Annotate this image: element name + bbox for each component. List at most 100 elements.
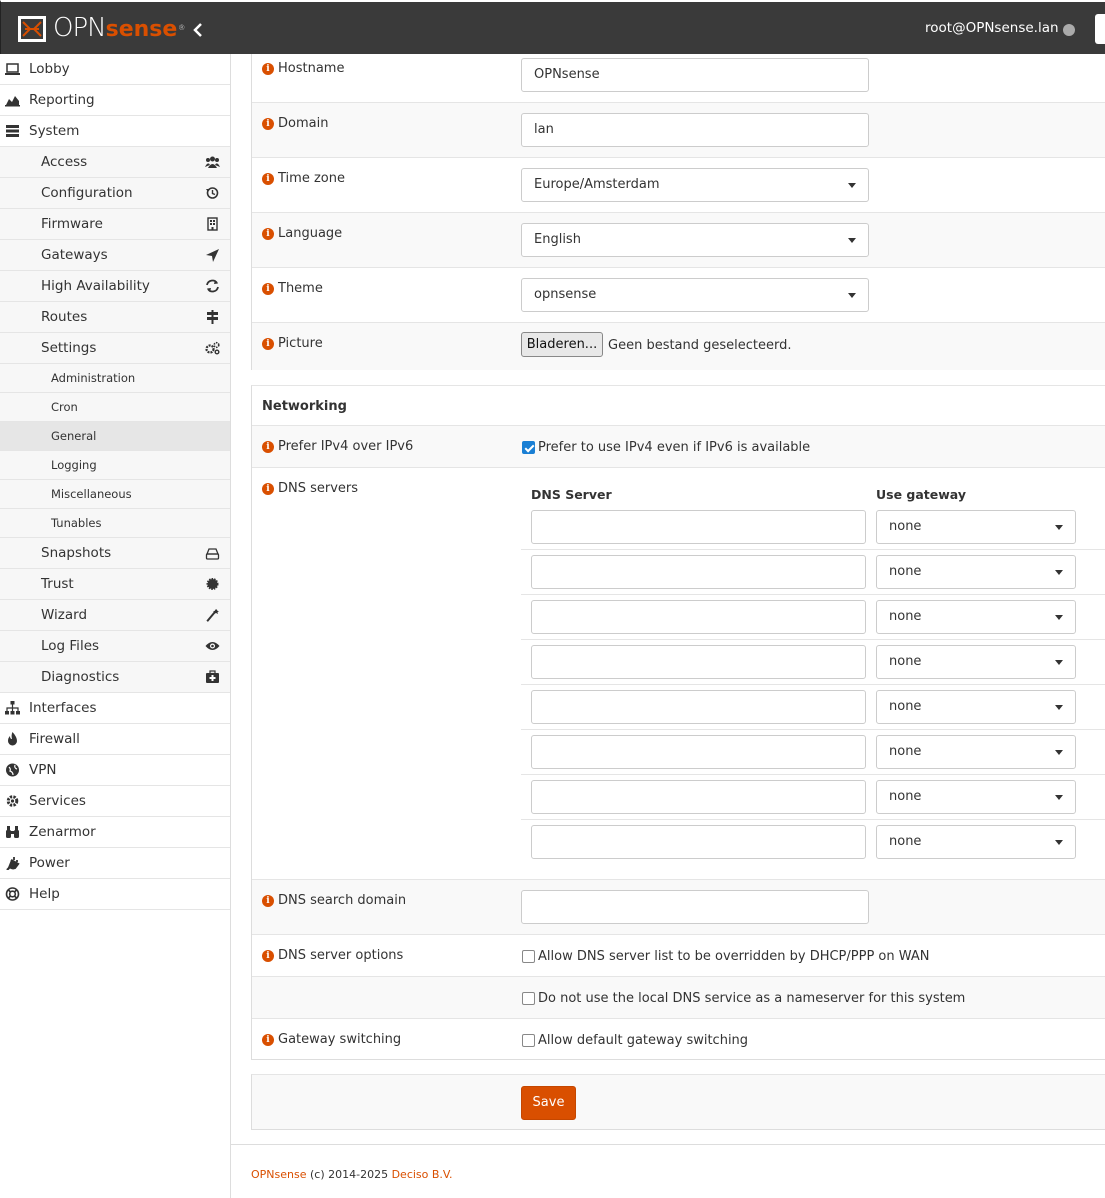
prefer-ipv4-check-label: Prefer to use IPv4 even if IPv6 is avail…: [538, 440, 811, 455]
dns-search-domain-input[interactable]: [521, 890, 869, 924]
sidebar-item-wizard[interactable]: Wizard: [0, 600, 230, 631]
info-icon[interactable]: i: [262, 949, 274, 962]
sidebar-item-services[interactable]: Services: [0, 786, 230, 817]
networking-card: Networking i Prefer IPv4 over IPv6 Prefer…: [251, 385, 1105, 1060]
sidebar-item-log-files[interactable]: Log Files: [0, 631, 230, 662]
use-gateway-select[interactable]: none: [876, 555, 1076, 589]
history-icon: [206, 187, 219, 199]
sidebar-item-gateways[interactable]: Gateways: [0, 240, 230, 271]
dns-server-input[interactable]: [531, 735, 866, 769]
timezone-select[interactable]: Europe/Amsterdam: [521, 168, 869, 202]
sidebar-item-access[interactable]: Access: [0, 147, 230, 178]
dns-server-input[interactable]: [531, 690, 866, 724]
sidebar-item-label: Configuration: [41, 185, 133, 201]
info-icon[interactable]: i: [262, 894, 274, 907]
dns-server-input[interactable]: [531, 780, 866, 814]
opnsense-logo[interactable]: OPNsense®: [17, 13, 185, 45]
theme-value: opnsense: [534, 287, 597, 302]
use-gateway-select[interactable]: none: [876, 690, 1076, 724]
sidebar-item-label: Lobby: [29, 61, 70, 77]
domain-input[interactable]: lan: [521, 113, 869, 147]
use-gateway-select[interactable]: none: [876, 645, 1076, 679]
footer-company-link[interactable]: Deciso B.V.: [392, 1168, 453, 1181]
sidebar-item-settings[interactable]: Settings: [0, 333, 230, 364]
sidebar-item-firewall[interactable]: Firewall: [0, 724, 230, 755]
sidebar-item-label: Cron: [51, 400, 78, 414]
info-icon[interactable]: i: [262, 482, 274, 495]
domain-label: Domain: [278, 116, 329, 131]
info-icon[interactable]: i: [262, 172, 274, 185]
sidebar: Lobby Reporting System Access Configuration F…: [0, 54, 231, 1198]
collapse-sidebar-icon[interactable]: [191, 22, 205, 38]
use-gateway-select[interactable]: none: [876, 510, 1076, 544]
use-gateway-select[interactable]: none: [876, 735, 1076, 769]
browse-file-button[interactable]: Bladeren...: [521, 332, 603, 357]
use-gateway-value: none: [889, 609, 922, 624]
sidebar-item-system[interactable]: System: [0, 116, 230, 147]
sidebar-item-diagnostics[interactable]: Diagnostics: [0, 662, 230, 693]
info-icon[interactable]: i: [262, 337, 274, 350]
sidebar-item-miscellaneous[interactable]: Miscellaneous: [0, 480, 230, 509]
use-gateway-select[interactable]: none: [876, 825, 1076, 859]
domain-row: i Domain lan: [252, 103, 1105, 158]
sidebar-item-reporting[interactable]: Reporting: [0, 85, 230, 116]
hostname-row: i Hostname OPNsense: [252, 54, 1105, 103]
cog-icon: [6, 795, 19, 807]
use-gateway-select[interactable]: none: [876, 780, 1076, 814]
sidebar-item-label: Administration: [51, 371, 136, 385]
use-gateway-column-header: Use gateway: [876, 487, 967, 502]
sidebar-item-zenarmor[interactable]: Zenarmor: [0, 817, 230, 848]
dns-no-local-checkbox[interactable]: [522, 992, 535, 1005]
sidebar-item-routes[interactable]: Routes: [0, 302, 230, 333]
search-box-edge[interactable]: [1095, 14, 1105, 44]
dns-override-checkbox[interactable]: [522, 950, 535, 963]
dns-server-input[interactable]: [531, 825, 866, 859]
medkit-icon: [206, 670, 219, 683]
sidebar-item-tunables[interactable]: Tunables: [0, 509, 230, 538]
sidebar-item-lobby[interactable]: Lobby: [0, 54, 230, 85]
sidebar-item-general[interactable]: General: [0, 422, 230, 451]
footer-brand-link[interactable]: OPNsense: [251, 1168, 307, 1181]
prefer-ipv4-checkbox[interactable]: [522, 441, 535, 454]
use-gateway-select[interactable]: none: [876, 600, 1076, 634]
sidebar-item-configuration[interactable]: Configuration: [0, 178, 230, 209]
sidebar-item-administration[interactable]: Administration: [0, 364, 230, 393]
plug-icon: [6, 857, 20, 870]
status-indicator-icon[interactable]: [1063, 24, 1075, 36]
sidebar-item-high-availability[interactable]: High Availability: [0, 271, 230, 302]
info-icon[interactable]: i: [262, 117, 274, 130]
sidebar-item-help[interactable]: Help: [0, 879, 230, 910]
dns-server-options-label: DNS server options: [278, 948, 404, 963]
sidebar-item-logging[interactable]: Logging: [0, 451, 230, 480]
save-button[interactable]: Save: [521, 1086, 576, 1120]
sidebar-item-power[interactable]: Power: [0, 848, 230, 879]
dns-server-input[interactable]: [531, 600, 866, 634]
sidebar-item-snapshots[interactable]: Snapshots: [0, 538, 230, 569]
hostname-label: Hostname: [278, 61, 345, 76]
sidebar-item-interfaces[interactable]: Interfaces: [0, 693, 230, 724]
sidebar-item-cron[interactable]: Cron: [0, 393, 230, 422]
sidebar-item-firmware[interactable]: Firmware: [0, 209, 230, 240]
use-gateway-value: none: [889, 654, 922, 669]
dns-server-input[interactable]: [531, 510, 866, 544]
user-menu[interactable]: root@OPNsense.lan: [925, 20, 1059, 36]
dns-options-row-1: i DNS server options Allow DNS server lis…: [252, 935, 1105, 977]
language-select[interactable]: English: [521, 223, 869, 257]
dns-server-column-header: DNS Server: [531, 487, 612, 502]
language-row: i Language English: [252, 213, 1105, 268]
cogs-icon: [205, 341, 220, 355]
sidebar-item-label: Routes: [41, 309, 88, 325]
dns-row-divider: [521, 774, 1105, 775]
hostname-input[interactable]: OPNsense: [521, 58, 869, 92]
info-icon[interactable]: i: [262, 282, 274, 295]
dns-server-input[interactable]: [531, 645, 866, 679]
dns-server-input[interactable]: [531, 555, 866, 589]
gateway-switching-checkbox[interactable]: [522, 1034, 535, 1047]
theme-select[interactable]: opnsense: [521, 278, 869, 312]
info-icon[interactable]: i: [262, 62, 274, 75]
sidebar-item-trust[interactable]: Trust: [0, 569, 230, 600]
info-icon[interactable]: i: [262, 440, 274, 453]
sidebar-item-vpn[interactable]: VPN: [0, 755, 230, 786]
info-icon[interactable]: i: [262, 1033, 274, 1046]
info-icon[interactable]: i: [262, 227, 274, 240]
